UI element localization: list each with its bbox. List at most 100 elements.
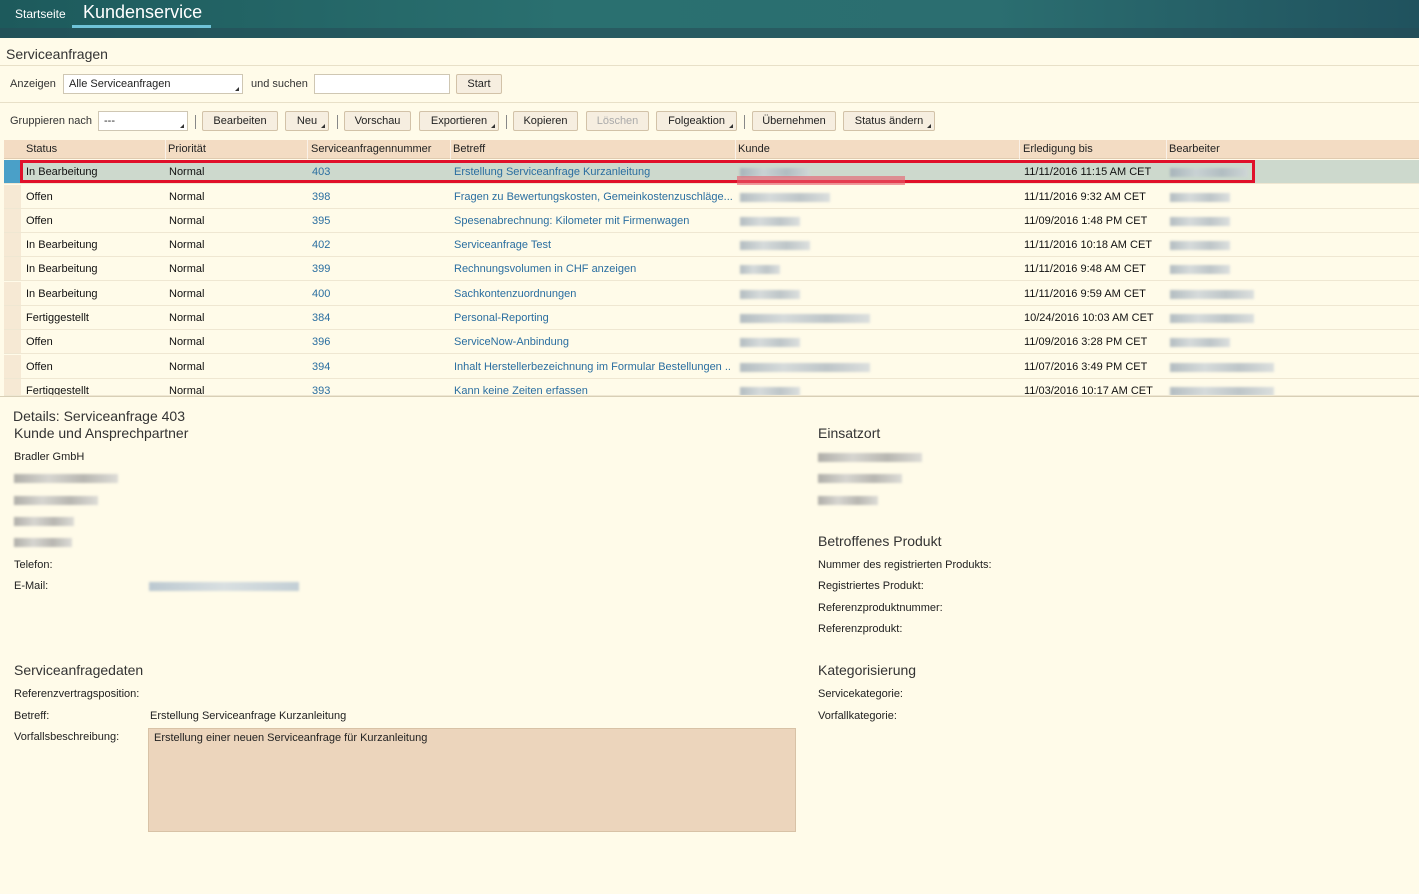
cell-customer-redacted[interactable] — [740, 387, 800, 395]
cell-number-link[interactable]: 399 — [312, 263, 330, 275]
cell-number-link[interactable]: 400 — [312, 288, 330, 300]
cell-number-link[interactable]: 398 — [312, 191, 330, 203]
export-button[interactable]: Exportieren — [419, 111, 499, 131]
cell-subject-link[interactable]: Rechnungsvolumen in CHF anzeigen — [454, 263, 732, 275]
show-select[interactable]: Alle Serviceanfragen — [63, 74, 243, 94]
customer-name-link[interactable]: Bradler GmbH — [14, 451, 84, 463]
row-selector[interactable] — [4, 282, 21, 305]
search-input[interactable] — [314, 74, 450, 94]
followup-button-label: Folgeaktion — [668, 115, 725, 127]
cell-status: Offen — [26, 336, 53, 348]
col-priority[interactable]: Priorität — [168, 143, 206, 155]
toolbar-separator — [744, 115, 745, 129]
cell-assignee-redacted — [1170, 363, 1274, 372]
nav-customer-service-tab[interactable]: Kundenservice — [83, 2, 202, 23]
show-select-value: Alle Serviceanfragen — [69, 78, 171, 90]
cell-subject-link[interactable]: Serviceanfrage Test — [454, 239, 732, 251]
cell-subject-link[interactable]: Spesenabrechnung: Kilometer mit Firmenwa… — [454, 215, 732, 227]
cell-customer-redacted[interactable] — [740, 290, 800, 299]
cell-customer-redacted[interactable] — [740, 363, 870, 372]
copy-button[interactable]: Kopieren — [513, 111, 578, 131]
col-status[interactable]: Status — [26, 143, 57, 155]
col-number[interactable]: Serviceanfragennummer — [311, 143, 431, 155]
table-row[interactable]: In Bearbeitung Normal 400 Sachkontenzuor… — [4, 282, 1419, 306]
customer-city-redacted — [14, 496, 98, 505]
table-row[interactable]: In Bearbeitung Normal 399 Rechnungsvolum… — [4, 257, 1419, 281]
cell-number-link[interactable]: 393 — [312, 385, 330, 395]
cell-subject-link[interactable]: Sachkontenzuordnungen — [454, 288, 732, 300]
followup-button[interactable]: Folgeaktion — [656, 111, 737, 131]
col-assignee[interactable]: Bearbeiter — [1169, 143, 1220, 155]
incident-category-label: Vorfallkategorie: — [818, 710, 897, 722]
dropdown-arrow-icon — [491, 124, 495, 128]
cell-number-link[interactable]: 384 — [312, 312, 330, 324]
cell-customer-redacted[interactable] — [740, 217, 800, 226]
subject-value-link[interactable]: Erstellung Serviceanfrage Kurzanleitung — [150, 710, 346, 722]
ref-product-number-label: Referenzproduktnummer: — [818, 602, 943, 614]
cell-number-link[interactable]: 394 — [312, 361, 330, 373]
table-row[interactable]: Offen Normal 396 ServiceNow-Anbindung 11… — [4, 330, 1419, 354]
cell-customer-redacted[interactable] — [740, 265, 780, 274]
group-by-select[interactable]: --- — [98, 111, 188, 131]
cell-assignee-redacted — [1170, 193, 1230, 202]
ref-contract-label: Referenzvertragsposition: — [14, 688, 140, 700]
cell-customer-redacted[interactable] — [740, 241, 810, 250]
customer-contact-redacted — [14, 538, 72, 547]
cell-customer-redacted[interactable] — [740, 338, 800, 347]
table-row[interactable]: Fertiggestellt Normal 384 Personal-Repor… — [4, 306, 1419, 330]
search-label: und suchen — [251, 78, 308, 90]
description-textarea[interactable]: Erstellung einer neuen Serviceanfrage fü… — [148, 728, 796, 832]
row-selector[interactable] — [4, 233, 21, 256]
change-status-button[interactable]: Status ändern — [843, 111, 935, 131]
row-selector[interactable] — [4, 355, 21, 378]
show-label: Anzeigen — [10, 78, 56, 90]
dropdown-arrow-icon — [180, 124, 184, 128]
cell-assignee-redacted — [1170, 290, 1254, 299]
row-selector[interactable] — [4, 379, 21, 395]
table-row[interactable]: Offen Normal 398 Fragen zu Bewertungskos… — [4, 185, 1419, 209]
registered-product-label: Registriertes Produkt: — [818, 580, 924, 592]
row-selector[interactable] — [4, 185, 21, 208]
row-selector[interactable] — [4, 306, 21, 329]
new-button[interactable]: Neu — [285, 111, 329, 131]
cell-number-link[interactable]: 402 — [312, 239, 330, 251]
row-selector[interactable] — [4, 330, 21, 353]
col-due[interactable]: Erledigung bis — [1023, 143, 1093, 155]
edit-button[interactable]: Bearbeiten — [202, 111, 278, 131]
dropdown-arrow-icon — [235, 87, 239, 91]
cell-due: 11/09/2016 3:28 PM CET — [1024, 336, 1148, 348]
cell-customer-redacted[interactable] — [740, 193, 830, 202]
cell-subject-link[interactable]: Personal-Reporting — [454, 312, 732, 324]
email-value-redacted[interactable] — [149, 582, 299, 591]
description-label: Vorfallsbeschreibung: — [14, 731, 120, 743]
row-selector[interactable] — [4, 160, 21, 183]
col-subject[interactable]: Betreff — [453, 143, 485, 155]
cell-subject-link[interactable]: Inhalt Herstellerbezeichnung im Formular… — [454, 361, 732, 373]
cell-priority: Normal — [169, 288, 205, 300]
table-row[interactable]: Offen Normal 395 Spesenabrechnung: Kilom… — [4, 209, 1419, 233]
table-row[interactable]: In Bearbeitung Normal 402 Serviceanfrage… — [4, 233, 1419, 257]
delete-button[interactable]: Löschen — [586, 111, 649, 131]
customer-country-redacted — [14, 517, 74, 526]
preview-button[interactable]: Vorschau — [344, 111, 411, 131]
cell-number-link[interactable]: 396 — [312, 336, 330, 348]
take-over-button[interactable]: Übernehmen — [752, 111, 836, 131]
page-title: Serviceanfragen — [6, 46, 108, 62]
col-customer[interactable]: Kunde — [738, 143, 770, 155]
cell-number-link[interactable]: 395 — [312, 215, 330, 227]
table-header: Status Priorität Serviceanfragennummer B… — [4, 140, 1419, 159]
cell-subject-link[interactable]: Kann keine Zeiten erfassen — [454, 385, 732, 395]
details-title: Details: Serviceanfrage 403 — [13, 408, 185, 424]
cell-subject-link[interactable]: Fragen zu Bewertungskosten, Gemeinkosten… — [454, 191, 732, 203]
cell-subject-link[interactable]: ServiceNow-Anbindung — [454, 336, 732, 348]
table-row[interactable]: Fertiggestellt Normal 393 Kann keine Zei… — [4, 379, 1419, 396]
cell-status: Offen — [26, 191, 53, 203]
row-selector[interactable] — [4, 209, 21, 232]
phone-label: Telefon: — [14, 559, 53, 571]
nav-home-link[interactable]: Startseite — [15, 7, 66, 21]
start-button[interactable]: Start — [456, 74, 502, 94]
table-row[interactable]: Offen Normal 394 Inhalt Herstellerbezeic… — [4, 355, 1419, 379]
selection-highlight-underline — [737, 176, 905, 185]
cell-customer-redacted[interactable] — [740, 314, 870, 323]
row-selector[interactable] — [4, 257, 21, 280]
